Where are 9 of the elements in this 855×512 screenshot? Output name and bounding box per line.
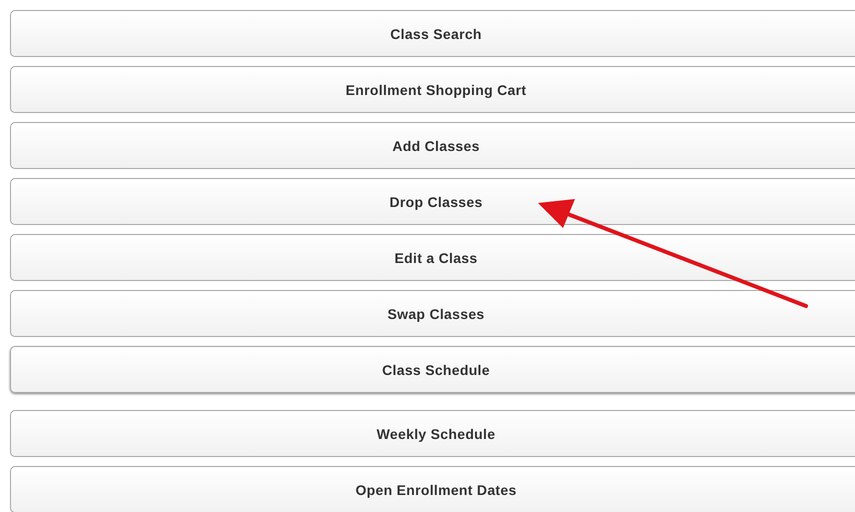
menu-button[interactable]: Add Classes (10, 122, 855, 169)
menu-button[interactable]: Class Schedule (10, 346, 855, 393)
menu-button[interactable]: Swap Classes (10, 290, 855, 337)
menu-button[interactable]: Drop Classes (10, 178, 855, 225)
menu-button[interactable]: Weekly Schedule (10, 410, 855, 457)
menu-button[interactable]: Class Search (10, 10, 855, 57)
menu-button[interactable]: Edit a Class (10, 234, 855, 281)
menu-button[interactable]: Open Enrollment Dates (10, 466, 855, 512)
menu-button[interactable]: Enrollment Shopping Cart (10, 66, 855, 113)
